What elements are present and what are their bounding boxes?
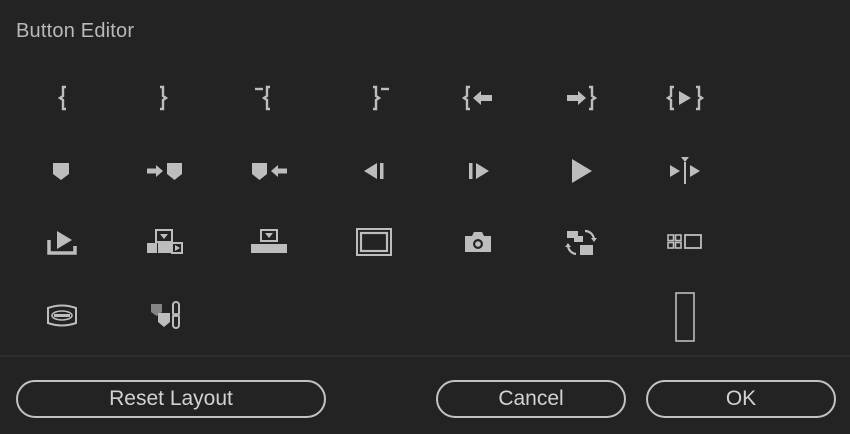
safe-margins-icon[interactable] — [344, 220, 404, 264]
insert-mark-out-icon[interactable] — [133, 76, 193, 120]
button-grid — [0, 0, 850, 356]
step-back-icon[interactable] — [344, 149, 404, 193]
ok-button[interactable]: OK — [646, 380, 836, 418]
clear-in-icon[interactable] — [236, 76, 296, 120]
insert-mark-in-icon[interactable] — [35, 76, 95, 120]
go-to-previous-marker-icon[interactable] — [240, 149, 300, 193]
insert-icon[interactable] — [135, 220, 195, 264]
vr-video-icon[interactable] — [32, 294, 92, 338]
footer-divider — [0, 355, 850, 357]
go-to-out-icon[interactable] — [550, 76, 610, 120]
cancel-button[interactable]: Cancel — [436, 380, 626, 418]
step-forward-icon[interactable] — [449, 149, 509, 193]
play-icon[interactable] — [551, 149, 611, 193]
overwrite-icon[interactable] — [239, 220, 299, 264]
multi-camera-view-icon[interactable] — [655, 220, 715, 264]
spacer-icon[interactable] — [655, 289, 715, 345]
export-frame-camera-icon[interactable] — [448, 220, 508, 264]
add-marker-icon[interactable] — [31, 149, 91, 193]
go-to-next-marker-icon[interactable] — [135, 149, 195, 193]
toggle-proxies-icon[interactable] — [551, 220, 611, 264]
reset-layout-button[interactable]: Reset Layout — [16, 380, 326, 418]
go-to-in-icon[interactable] — [449, 76, 509, 120]
export-frame-lift-icon[interactable] — [32, 220, 92, 264]
play-around-icon[interactable] — [655, 149, 715, 193]
clear-out-icon[interactable] — [348, 76, 408, 120]
marker-link-icon[interactable] — [135, 294, 195, 338]
play-in-to-out-icon[interactable] — [655, 76, 715, 120]
